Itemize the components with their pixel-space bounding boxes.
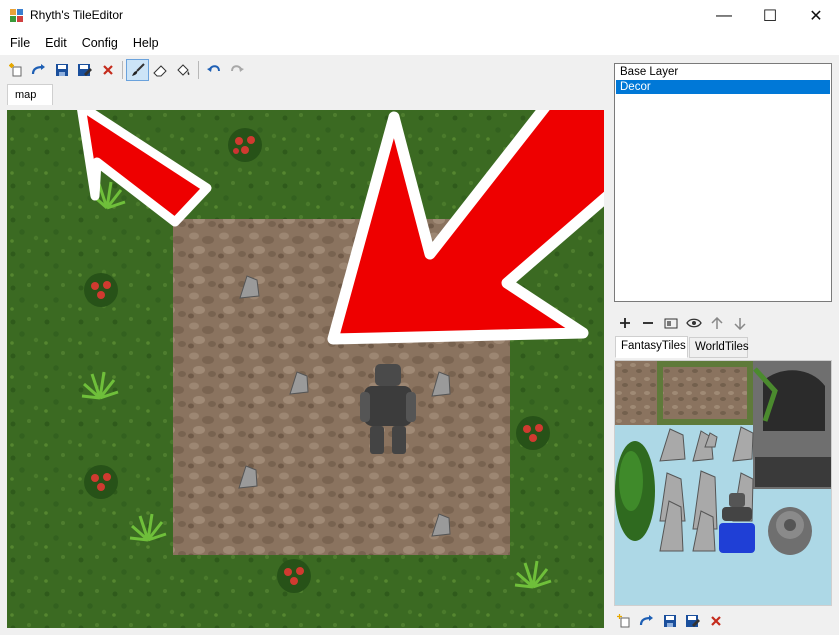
minimize-button[interactable]: — [701,0,747,31]
tab-world-tiles[interactable]: WorldTiles [689,337,749,358]
flower-bush [84,465,118,499]
remove-layer-button[interactable] [636,313,659,333]
layer-item-decor[interactable]: Decor [616,80,830,94]
fill-icon [177,64,190,76]
undo-icon [206,65,220,72]
tile-dirt[interactable] [615,361,657,425]
layer-list[interactable]: Base Layer Decor [614,63,832,302]
eraser-tool-button[interactable] [149,59,172,81]
brush-tool-button[interactable] [126,59,149,81]
move-down-icon [733,317,746,330]
new-file-icon [8,63,21,77]
close-file-button[interactable] [96,59,119,81]
open-button[interactable] [27,59,50,81]
close-icon [102,65,113,75]
tab-fantasy-tiles[interactable]: FantasyTiles [615,336,688,358]
new-file-button[interactable] [4,59,27,81]
layer-item-base[interactable]: Base Layer [616,65,830,79]
menu-config[interactable]: Config [75,31,126,55]
fill-tool-button[interactable] [172,59,195,81]
rename-icon [664,318,677,328]
menu-help[interactable]: Help [126,31,167,55]
menu-edit[interactable]: Edit [38,31,75,55]
visibility-icon [685,318,702,328]
tileset-save-button[interactable] [658,610,681,632]
move-layer-up-button[interactable] [705,313,728,333]
new-file-icon [616,614,629,628]
menu-file[interactable]: File [3,31,38,55]
move-up-icon [710,316,723,329]
tileset-toolbar [612,611,727,631]
save-as-button[interactable] [73,59,96,81]
maximize-icon: ☐ [762,7,778,25]
flower-bush [84,273,118,307]
add-layer-button[interactable] [613,313,636,333]
redo-button[interactable] [225,59,248,81]
toggle-visibility-button[interactable] [682,313,705,333]
open-icon [639,615,653,626]
tileset-view[interactable] [614,360,832,606]
title-bar: Rhyth's TileEditor — ☐ ✕ [0,0,839,31]
tileset-open-button[interactable] [635,610,658,632]
flower-bush [277,559,311,593]
main-toolbar [0,58,248,82]
remove-icon [642,322,653,324]
save-as-icon [78,64,92,76]
app-icon [10,9,23,22]
add-icon [619,318,630,328]
tab-map[interactable]: map [7,84,53,105]
window-title: Rhyth's TileEditor [30,8,123,22]
tile-tree[interactable] [615,441,655,541]
flower-bush [516,416,550,450]
tileset-close-button[interactable] [704,610,727,632]
menu-bar: File Edit Config Help [0,31,839,55]
close-icon [710,616,721,626]
eraser-icon [153,64,167,76]
map-canvas[interactable] [7,110,604,628]
open-icon [31,64,45,75]
save-as-icon [686,615,700,627]
brush-icon [131,63,145,76]
save-icon [663,615,676,627]
maximize-button[interactable]: ☐ [747,0,793,31]
layer-toolbar [613,313,751,333]
redo-icon [230,65,244,72]
tile-barrel[interactable] [768,507,812,555]
toolbar-separator [198,61,199,79]
move-layer-down-button[interactable] [728,313,751,333]
minimize-icon: — [716,6,732,24]
tileset-new-button[interactable] [612,610,635,632]
close-window-button[interactable]: ✕ [793,0,839,31]
undo-button[interactable] [202,59,225,81]
tileset-save-as-button[interactable] [681,610,704,632]
toolbar-separator [122,61,123,79]
save-icon [55,64,68,76]
rename-layer-button[interactable] [659,313,682,333]
close-icon: ✕ [809,7,823,25]
save-button[interactable] [50,59,73,81]
flower-bush [228,128,262,162]
